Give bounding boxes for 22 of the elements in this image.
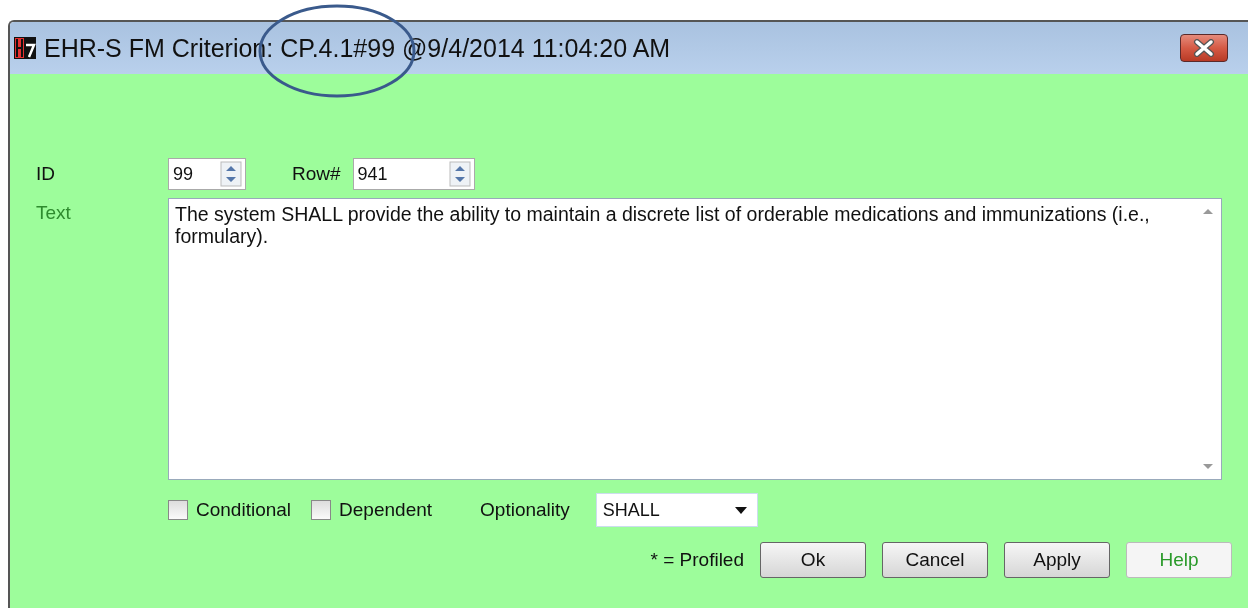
- optionality-dropdown[interactable]: SHALL: [595, 493, 758, 527]
- dropdown-caret-icon: [734, 506, 747, 514]
- scroll-up-icon[interactable]: [1202, 207, 1214, 215]
- app-logo-icon: [14, 37, 36, 59]
- checkbox[interactable]: [311, 500, 332, 520]
- dialog-button[interactable]: Ok: [760, 542, 866, 578]
- spin-arrows-icon[interactable]: [448, 161, 471, 187]
- text-area[interactable]: The system SHALL provide the ability to maintain a discrete list of orderable medications and immunizations (i.e., formulary).: [168, 198, 1222, 480]
- profiled-legend: * = Profiled: [650, 549, 744, 571]
- row-label: Row#: [292, 163, 341, 185]
- close-button[interactable]: [1180, 34, 1228, 62]
- dialog-button[interactable]: Cancel: [882, 542, 988, 578]
- text-label: Text: [36, 201, 72, 225]
- checkbox[interactable]: [168, 500, 188, 520]
- spin-arrows-icon[interactable]: [220, 161, 242, 187]
- dialog-button[interactable]: Apply: [1004, 542, 1110, 578]
- optionality-label: Optionality: [480, 499, 570, 521]
- checkbox-label: Conditional: [196, 499, 292, 521]
- scroll-down-icon[interactable]: [1202, 463, 1214, 471]
- close-icon: [1193, 39, 1215, 57]
- checkbox-label: Dependent: [339, 499, 433, 521]
- id-label: ID: [36, 163, 56, 185]
